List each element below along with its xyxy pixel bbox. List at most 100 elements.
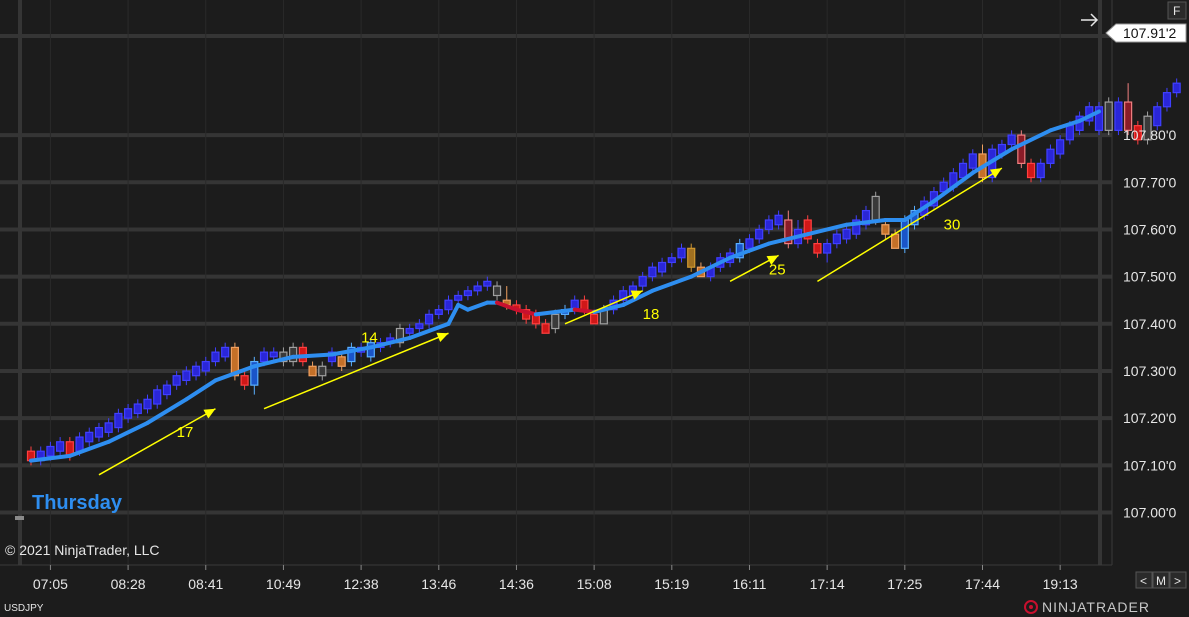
candle-body (454, 294, 463, 301)
panel-f-button[interactable]: F (1167, 1, 1187, 20)
candle-body (541, 323, 550, 334)
candle-body (153, 389, 162, 405)
candle-body (56, 441, 65, 452)
candle-body (424, 313, 434, 325)
candle-body (434, 309, 443, 315)
ma-segment (291, 352, 334, 359)
candle-body (667, 257, 676, 264)
chart-nav-buttons[interactable]: < M > (1135, 571, 1187, 589)
candle-body (1036, 162, 1045, 179)
candle-body (968, 153, 977, 169)
candle-body (104, 422, 113, 433)
candle-body (172, 375, 181, 386)
candle-body (221, 346, 230, 358)
candle-body (259, 351, 269, 363)
candle-body (85, 431, 94, 443)
candle-body (133, 403, 142, 415)
candle-body (463, 290, 473, 297)
price-tick-label: 107.10'0 (1123, 457, 1176, 473)
candle-body (318, 365, 327, 377)
nav-mode-label: M (1156, 574, 1166, 588)
price-tick-label: 107.30'0 (1123, 363, 1176, 379)
candle-body (191, 365, 201, 377)
ma-segment (553, 307, 577, 315)
candle-body (891, 233, 900, 249)
candle-body (1046, 148, 1055, 164)
copyright-text: © 2021 NinjaTrader, LLC (5, 542, 160, 558)
time-tick-label: 17:25 (887, 576, 922, 592)
price-chart[interactable]: 17 14 18 25 30 107.80'0 107.70'0 107.60'0 107.5… (0, 0, 1189, 617)
bar-count-label: 30 (944, 216, 961, 233)
time-tick-label: 14:36 (499, 576, 534, 592)
time-tick-label: 17:44 (965, 576, 1000, 592)
panel-f-label: F (1173, 4, 1180, 18)
price-tick-label: 107.50'0 (1123, 269, 1176, 285)
candle-body (745, 238, 754, 249)
time-tick-label: 10:49 (266, 576, 301, 592)
candle-body (308, 365, 317, 377)
time-tick-label: 19:13 (1043, 576, 1078, 592)
ma-segment (533, 310, 558, 317)
candle-body (755, 228, 764, 240)
price-tick-label: 107.40'0 (1123, 316, 1176, 332)
bar-count-label: 17 (177, 424, 194, 441)
nav-next-label: > (1174, 574, 1181, 588)
candle-body (1026, 162, 1036, 179)
candle-body (657, 261, 667, 273)
nav-mode-button[interactable]: M (1152, 571, 1170, 589)
candle-body (774, 214, 783, 226)
candle-body (590, 313, 599, 325)
candle-body (269, 351, 278, 358)
bar-count-label: 25 (769, 261, 786, 278)
price-tick-label: 107.60'0 (1123, 221, 1176, 237)
brand-logo: NINJATRADER (1024, 599, 1150, 615)
candle-body (492, 285, 502, 297)
day-label: Thursday (32, 492, 123, 514)
candle-body (201, 360, 210, 372)
candle-body (162, 384, 172, 396)
candle-body (473, 285, 482, 292)
candle-body (405, 327, 414, 334)
candle-body (551, 313, 560, 330)
time-tick-label: 15:19 (654, 576, 689, 592)
candle-body (871, 195, 880, 221)
candle-body (1007, 134, 1016, 146)
candle-body (638, 276, 647, 287)
nav-next-button[interactable]: > (1169, 571, 1187, 589)
candle-body (143, 398, 152, 410)
candle-body (415, 323, 424, 330)
candle-body (483, 280, 492, 287)
last-price-marker: 107.91'2 (1105, 23, 1187, 43)
candle-body (687, 247, 696, 268)
last-price-label: 107.91'2 (1123, 25, 1176, 41)
candle-body (764, 219, 773, 231)
nav-prev-button[interactable]: < (1135, 571, 1153, 589)
time-tick-label: 07:05 (33, 576, 68, 592)
nav-prev-label: < (1140, 574, 1147, 588)
candle-body (182, 370, 191, 382)
candle-body (823, 243, 832, 254)
candle-body (1065, 125, 1074, 141)
candle-body (240, 375, 249, 386)
candle-body (958, 162, 968, 179)
candle-body (677, 247, 686, 259)
time-tick-label: 17:14 (810, 576, 845, 592)
price-tick-label: 107.00'0 (1123, 505, 1176, 521)
time-tick-label: 16:11 (732, 576, 766, 592)
scroll-marker[interactable] (15, 516, 24, 520)
candle-body (900, 219, 909, 249)
candle-body (1056, 139, 1065, 155)
candle-body (1104, 101, 1113, 131)
candle-body (75, 436, 84, 452)
price-tick-label: 107.20'0 (1123, 410, 1176, 426)
price-tick-label: 107.80'0 (1123, 127, 1176, 143)
candle-body (1114, 101, 1123, 131)
brand-wordmark: NINJATRADER (1042, 599, 1150, 615)
candle-body (444, 299, 453, 311)
candle-body (813, 243, 822, 254)
candle-body (1153, 106, 1162, 127)
price-axis[interactable]: 107.80'0 107.70'0 107.60'0 107.50'0 107.40'0… (1123, 127, 1176, 520)
ma-segment (572, 307, 597, 315)
candle-body (648, 266, 657, 278)
time-tick-label: 12:38 (344, 576, 379, 592)
